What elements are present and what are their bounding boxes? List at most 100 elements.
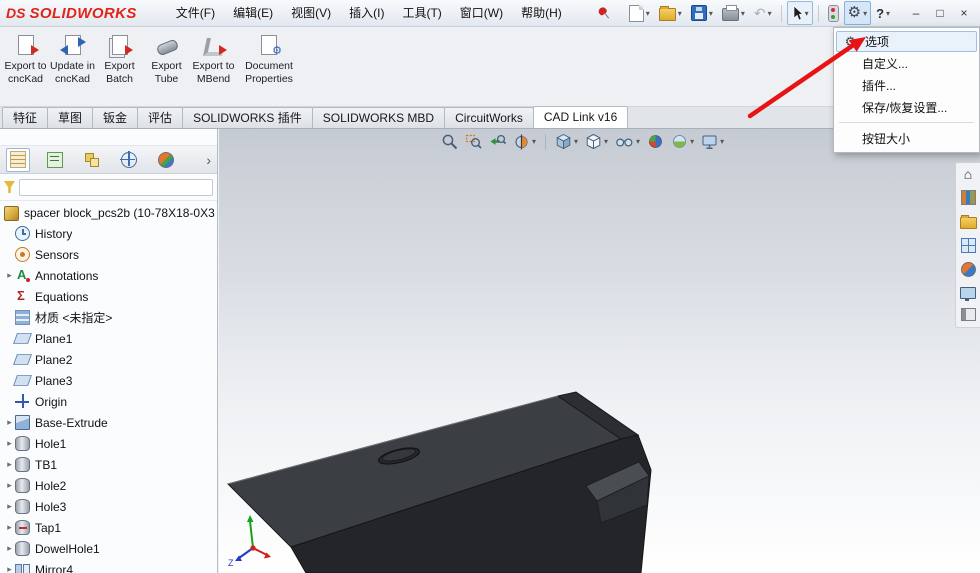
- tree-item-label: Sensors: [35, 247, 80, 262]
- tree-item-tap1[interactable]: Tap1: [0, 517, 217, 538]
- expander-icon[interactable]: [4, 438, 15, 449]
- tree-item-sensors[interactable]: Sensors: [0, 244, 217, 265]
- tree-item-origin[interactable]: Origin: [0, 391, 217, 412]
- task-pane-toggle-icon[interactable]: [960, 308, 976, 321]
- export-to-mbend-button[interactable]: Export to MBend: [190, 29, 237, 104]
- appearances-scenes-icon[interactable]: [960, 262, 976, 277]
- tree-item-annotations[interactable]: Annotations: [0, 265, 217, 286]
- menu-item-button-size[interactable]: 按钮大小: [834, 127, 979, 149]
- print-button[interactable]: [718, 1, 749, 25]
- zoom-to-fit-button[interactable]: [441, 133, 458, 150]
- edit-appearance-button[interactable]: [647, 133, 664, 150]
- home-icon[interactable]: [964, 167, 972, 181]
- tree-item-label: Plane1: [35, 331, 73, 346]
- menu-help[interactable]: 帮助(H): [512, 0, 571, 26]
- tree-item-hole3[interactable]: Hole3: [0, 496, 217, 517]
- menu-file[interactable]: 文件(F): [167, 0, 224, 26]
- panel-flyout-chevron-icon[interactable]: [206, 149, 211, 171]
- view-palette-icon[interactable]: [960, 238, 976, 253]
- select-button[interactable]: [786, 1, 813, 25]
- maximize-button[interactable]: □: [928, 0, 952, 26]
- tree-item-hole2[interactable]: Hole2: [0, 475, 217, 496]
- tree-item-plane1[interactable]: Plane1: [0, 328, 217, 349]
- export-to-cnckad-button[interactable]: Export to cncKad: [2, 29, 49, 104]
- menu-item-addins[interactable]: 插件...: [834, 74, 979, 96]
- expander-icon[interactable]: [4, 564, 15, 573]
- tree-item-plane3[interactable]: Plane3: [0, 370, 217, 391]
- expander-icon[interactable]: [4, 459, 15, 470]
- tree-item-dowelhole1[interactable]: DowelHole1: [0, 538, 217, 559]
- graphics-viewport[interactable]: Z: [219, 129, 980, 573]
- tab-solidworks-mbd[interactable]: SOLIDWORKS MBD: [311, 107, 446, 128]
- minimize-button[interactable]: –: [904, 0, 928, 26]
- document-properties-icon: [256, 35, 282, 57]
- menu-tools[interactable]: 工具(T): [393, 0, 450, 26]
- dimxpertmanager-tab[interactable]: [117, 148, 141, 172]
- tree-root-item[interactable]: spacer block_pcs2b (10-78X18-0X3: [0, 203, 217, 223]
- tree-item-hole1[interactable]: Hole1: [0, 433, 217, 454]
- open-button[interactable]: [655, 1, 686, 25]
- configurationmanager-tab[interactable]: [80, 148, 104, 172]
- menu-item-options[interactable]: 选项: [836, 31, 977, 52]
- tree-item-mirror4[interactable]: Mirror4: [0, 559, 217, 573]
- apply-scene-button[interactable]: [671, 133, 694, 150]
- display-style-button[interactable]: [585, 133, 608, 150]
- new-document-button[interactable]: [625, 1, 654, 25]
- document-properties-button[interactable]: Document Properties: [237, 29, 301, 104]
- dimxpert-manager-icon: [120, 150, 137, 168]
- expander-icon[interactable]: [4, 480, 15, 491]
- expander-icon[interactable]: [4, 270, 15, 281]
- menu-window[interactable]: 窗口(W): [451, 0, 512, 26]
- hole-feature-icon: [15, 499, 30, 514]
- section-view-button[interactable]: [513, 133, 536, 150]
- tree-item-equations[interactable]: Equations: [0, 286, 217, 307]
- tree-item-tb1[interactable]: TB1: [0, 454, 217, 475]
- tab-sketch[interactable]: 草图: [47, 107, 94, 128]
- zoom-to-area-button[interactable]: [465, 133, 482, 150]
- menu-view[interactable]: 视图(V): [282, 0, 340, 26]
- expander-icon[interactable]: [4, 417, 15, 428]
- menu-edit[interactable]: 编辑(E): [224, 0, 282, 26]
- view-settings-button[interactable]: [701, 133, 724, 150]
- previous-view-button[interactable]: [489, 133, 506, 150]
- expander-icon[interactable]: [4, 522, 15, 533]
- expander-icon[interactable]: [4, 501, 15, 512]
- propertymanager-tab[interactable]: [43, 148, 67, 172]
- rebuild-button[interactable]: [824, 1, 843, 25]
- filter-input[interactable]: [19, 178, 213, 196]
- hide-show-items-button[interactable]: [615, 133, 640, 150]
- menu-item-customize[interactable]: 自定义...: [834, 52, 979, 74]
- tab-features[interactable]: 特征: [2, 107, 49, 128]
- help-button[interactable]: ?: [872, 1, 894, 25]
- menu-item-save-restore-settings[interactable]: 保存/恢复设置...: [834, 96, 979, 118]
- save-button[interactable]: [687, 1, 717, 25]
- export-batch-button[interactable]: Export Batch: [96, 29, 143, 104]
- tab-sheet-metal[interactable]: 钣金: [92, 107, 139, 128]
- filter-funnel-icon: [4, 181, 15, 193]
- options-gear-button[interactable]: [843, 1, 872, 25]
- file-explorer-icon[interactable]: [959, 215, 977, 229]
- tree-item-plane2[interactable]: Plane2: [0, 349, 217, 370]
- tree-item-base-extrude[interactable]: Base-Extrude: [0, 412, 217, 433]
- design-library-icon[interactable]: [960, 190, 976, 205]
- undo-button[interactable]: [750, 1, 776, 25]
- tree-item-label: History: [35, 226, 73, 241]
- tree-item-material[interactable]: 材质 <未指定>: [0, 307, 217, 328]
- view-orientation-button[interactable]: [555, 133, 578, 150]
- tree-item-history[interactable]: History: [0, 223, 217, 244]
- update-in-cnckad-button[interactable]: Update in cncKad: [49, 29, 96, 104]
- tab-evaluate[interactable]: 评估: [137, 107, 184, 128]
- displaymanager-tab[interactable]: [154, 148, 178, 172]
- pin-menubar-icon[interactable]: [594, 3, 614, 23]
- tab-solidworks-addins[interactable]: SOLIDWORKS 插件: [182, 107, 313, 128]
- close-button[interactable]: ×: [952, 0, 976, 26]
- heads-up-view-toolbar: [441, 133, 724, 150]
- tab-cad-link-v16[interactable]: CAD Link v16: [532, 106, 629, 128]
- custom-properties-icon[interactable]: [960, 287, 976, 301]
- tab-circuitworks[interactable]: CircuitWorks: [444, 107, 534, 128]
- export-tube-button[interactable]: Export Tube: [143, 29, 190, 104]
- expander-icon[interactable]: [4, 543, 15, 554]
- featuremanager-tab[interactable]: [6, 147, 30, 172]
- menu-insert[interactable]: 插入(I): [340, 0, 393, 26]
- part-model-3d[interactable]: [219, 129, 980, 573]
